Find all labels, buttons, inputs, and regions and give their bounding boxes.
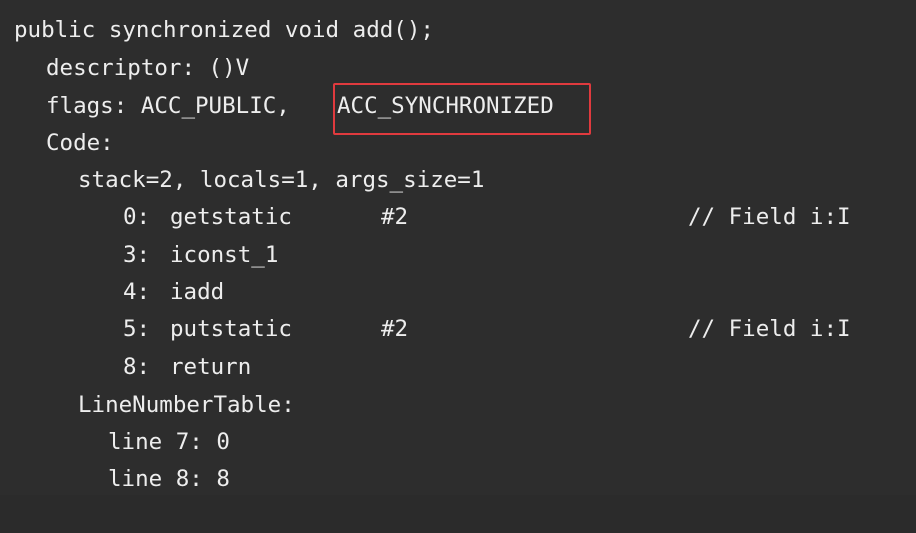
instruction-offset: 5: bbox=[123, 316, 151, 342]
instruction-row: 5: putstatic #2 // Field i:I bbox=[0, 311, 916, 348]
instruction-offset: 8: bbox=[123, 354, 151, 380]
instruction-comment: // Field i:I bbox=[688, 204, 851, 230]
instruction-comment: // Field i:I bbox=[688, 316, 851, 342]
instruction-op: iadd bbox=[170, 279, 225, 305]
stack-info: stack=2, locals=1, args_size=1 bbox=[78, 167, 485, 193]
instruction-row: 4: iadd bbox=[0, 274, 916, 311]
instruction-offset: 3: bbox=[123, 242, 151, 268]
instruction-op: return bbox=[170, 354, 252, 380]
instruction-op: putstatic bbox=[170, 316, 292, 342]
method-signature: public synchronized void add(); bbox=[14, 17, 434, 43]
line-number-entry: line 8: 8 bbox=[108, 466, 230, 492]
bytecode-viewer: public synchronized void add(); descript… bbox=[0, 0, 916, 495]
instruction-offset: 4: bbox=[123, 279, 151, 305]
instruction-offset: 0: bbox=[123, 204, 151, 230]
line-number-entry: line 7: 0 bbox=[108, 429, 230, 455]
instruction-row: 3: iconst_1 bbox=[0, 237, 916, 274]
flags-prefix: flags: ACC_PUBLIC, bbox=[46, 93, 304, 119]
instruction-op: iconst_1 bbox=[170, 242, 279, 268]
descriptor-line: descriptor: ()V bbox=[46, 55, 250, 81]
highlight-box bbox=[333, 83, 591, 135]
line-number-table-label: LineNumberTable: bbox=[78, 392, 295, 418]
instruction-op: getstatic bbox=[170, 204, 292, 230]
instruction-arg: #2 bbox=[381, 316, 409, 342]
instruction-row: 8: return bbox=[0, 349, 916, 386]
instruction-row: 0: getstatic #2 // Field i:I bbox=[0, 199, 916, 236]
instruction-arg: #2 bbox=[381, 204, 409, 230]
code-label: Code: bbox=[46, 130, 114, 156]
